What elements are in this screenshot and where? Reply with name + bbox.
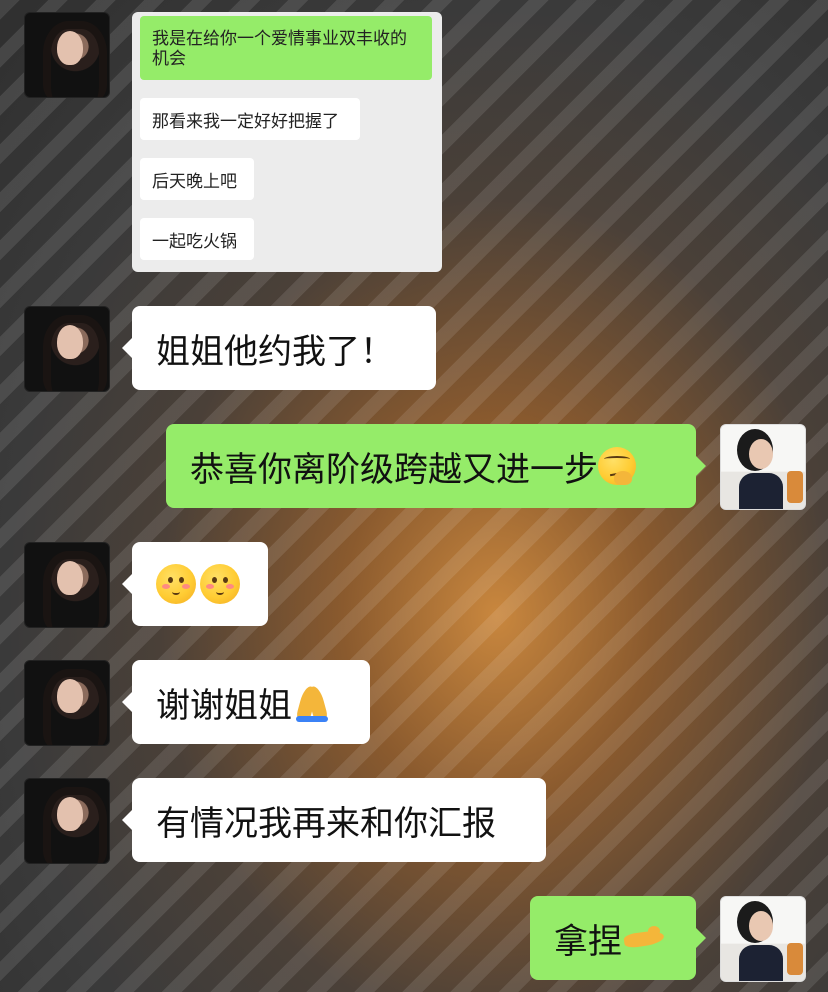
message-text: 有情况我再来和你汇报: [156, 803, 496, 844]
praying-hands-icon: [292, 682, 332, 722]
quoted-chat-card[interactable]: 我是在给你一个爱情事业双丰收的机会 那看来我一定好好把握了 后天晚上吧 一起吃火…: [132, 12, 442, 272]
message-text: 谢谢姐姐: [156, 685, 292, 726]
smirk-face-icon: [598, 447, 636, 485]
contact-avatar[interactable]: [24, 306, 110, 392]
smiling-face-icon: [200, 564, 240, 604]
contact-avatar[interactable]: [24, 12, 110, 98]
quote-line-2: 那看来我一定好好把握了: [140, 98, 360, 140]
message-bubble[interactable]: 姐姐他约我了！: [122, 306, 436, 390]
self-avatar[interactable]: [720, 424, 806, 510]
contact-avatar[interactable]: [24, 660, 110, 746]
message-text: 恭喜你离阶级跨越又进一步: [190, 449, 598, 490]
message-bubble[interactable]: 谢谢姐姐: [122, 660, 370, 744]
message-text: 姐姐他约我了！: [156, 331, 394, 372]
quote-line-3: 后天晚上吧: [140, 158, 254, 200]
smiling-face-icon: [156, 564, 196, 604]
contact-avatar[interactable]: [24, 542, 110, 628]
message-bubble[interactable]: 有情况我再来和你汇报: [122, 778, 546, 862]
quote-line-1: 我是在给你一个爱情事业双丰收的机会: [140, 16, 432, 80]
message-text: 拿捏: [554, 921, 622, 962]
message-bubble[interactable]: 恭喜你离阶级跨越又进一步: [166, 424, 706, 508]
chat-area: 我是在给你一个爱情事业双丰收的机会 那看来我一定好好把握了 后天晚上吧 一起吃火…: [0, 0, 828, 992]
pinching-hand-icon: [622, 926, 666, 950]
quote-line-4: 一起吃火锅: [140, 218, 254, 260]
message-bubble[interactable]: [122, 542, 268, 626]
self-avatar[interactable]: [720, 896, 806, 982]
message-bubble[interactable]: 拿捏: [530, 896, 706, 980]
contact-avatar[interactable]: [24, 778, 110, 864]
